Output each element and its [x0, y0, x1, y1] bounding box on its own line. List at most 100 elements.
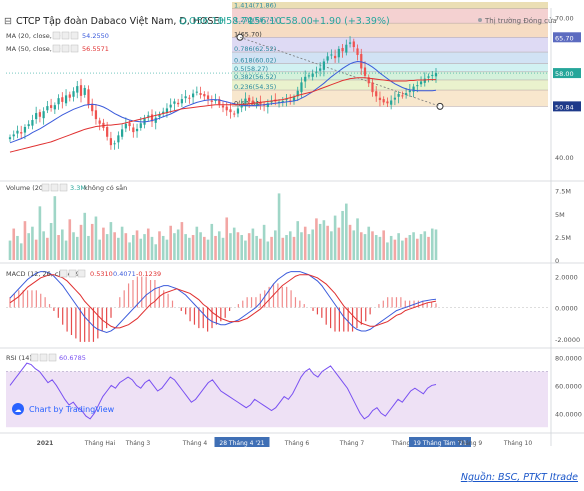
volume-bar: [363, 234, 367, 260]
candle-body: [42, 111, 45, 119]
candle-body: [87, 89, 90, 105]
macd-legend-value-2: 0.4071: [113, 270, 136, 278]
volume-bar: [386, 242, 389, 260]
candle-body: [326, 56, 329, 61]
source-note[interactable]: Nguồn: BSC, PTKT Itrade: [461, 472, 578, 483]
macd-legend-buttons[interactable]: [59, 269, 86, 278]
volume-bar: [128, 242, 131, 260]
volume-bar: [210, 223, 214, 260]
volume-bar: [270, 236, 273, 260]
volume-bar: [259, 238, 262, 260]
volume-legend-buttons[interactable]: [41, 183, 68, 192]
candle-body: [330, 54, 333, 56]
volume-bar: [53, 196, 57, 260]
price-axis-label: 58.00: [555, 70, 574, 78]
candle-body: [382, 99, 385, 103]
volume-bar: [330, 231, 333, 260]
candle-body: [20, 132, 23, 134]
fib-band: [232, 2, 548, 9]
candle-body: [427, 76, 430, 78]
rsi-legend-label[interactable]: RSI (14): [6, 354, 32, 362]
volume-bar: [341, 210, 344, 260]
volume-bar: [232, 227, 236, 260]
collapse-icon[interactable]: ⊟: [4, 16, 12, 27]
volume-bar: [68, 219, 72, 260]
fib-band: [232, 52, 548, 64]
volume-legend-extra: không có sẵn: [84, 183, 127, 192]
volume-bar: [124, 233, 128, 260]
volume-bar: [214, 235, 217, 260]
candle-body: [431, 74, 434, 76]
candle-body: [23, 127, 27, 133]
volume-bar: [244, 240, 247, 260]
candle-body: [386, 101, 389, 104]
volume-bar: [318, 223, 322, 260]
volume-bar: [367, 226, 371, 260]
volume-bar: [311, 229, 314, 260]
rsi-axis-label: 40.0000: [555, 410, 582, 418]
volume-bar: [416, 238, 419, 260]
volume-bar: [322, 220, 326, 260]
candle-body: [225, 106, 228, 111]
volume-bar: [64, 240, 68, 260]
candle-body: [319, 68, 322, 71]
volume-bar: [102, 227, 105, 260]
volume-bar: [408, 235, 412, 260]
candle-body: [57, 98, 60, 105]
volume-bar: [154, 244, 158, 260]
volume-bar: [203, 236, 206, 260]
volume-bar: [333, 215, 337, 260]
volume-bar: [434, 229, 438, 260]
volume-bar: [143, 234, 146, 260]
ma20-legend-label[interactable]: MA (20, close, 0): [6, 32, 61, 40]
volume-bar: [161, 235, 165, 260]
candle-body: [408, 90, 411, 93]
ohlc-low: L56.10: [249, 16, 282, 27]
ohlc-change: +1.90 (+3.39%): [312, 16, 390, 27]
candle-body: [8, 137, 12, 140]
volume-bar: [176, 229, 180, 260]
volume-bar: [72, 232, 75, 260]
candle-body: [307, 75, 311, 77]
ma50-legend-buttons[interactable]: [52, 44, 79, 53]
price-axis-label: 50.84: [555, 103, 574, 111]
rsi-legend-buttons[interactable]: [30, 353, 57, 362]
volume-bar: [296, 221, 300, 260]
volume-bar: [292, 236, 296, 260]
ma50-legend-label[interactable]: MA (50, close, 0): [6, 45, 61, 53]
volume-bar: [105, 234, 109, 260]
candle-body: [378, 97, 382, 101]
volume-bar: [393, 239, 397, 260]
macd-legend-value-3: -0.1239: [136, 270, 161, 278]
volume-bar: [109, 222, 113, 260]
volume-bar: [359, 232, 363, 260]
volume-bar: [285, 235, 288, 260]
volume-legend-label[interactable]: Volume (20): [6, 184, 46, 192]
volume-bar: [79, 224, 83, 260]
candle-body: [139, 123, 142, 128]
rsi-band: [6, 371, 548, 428]
candle-body: [434, 73, 438, 77]
time-axis-label: 2021: [37, 440, 54, 447]
candle-body: [393, 97, 397, 100]
volume-bar: [240, 235, 243, 260]
volume-bar: [427, 236, 430, 260]
volume-bar: [229, 233, 232, 260]
volume-bar: [135, 230, 139, 260]
candle-body: [348, 42, 352, 44]
volume-bar: [180, 222, 184, 260]
candle-body: [27, 124, 30, 127]
volume-bar: [46, 237, 49, 260]
rsi-axis-label: 60.0000: [555, 382, 582, 390]
volume-bar: [8, 240, 12, 260]
ma50-legend-value: 56.5571: [82, 45, 109, 53]
macd-line: [9, 271, 437, 334]
macd-axis-label: 0.0000: [555, 305, 578, 313]
candle-body: [248, 97, 251, 102]
candle-body: [135, 128, 139, 132]
volume-bar: [31, 226, 34, 260]
candle-body: [16, 130, 19, 134]
price-axis-label: 65.70: [555, 34, 574, 42]
ma20-legend-buttons[interactable]: [52, 31, 79, 40]
candle-body: [79, 85, 83, 96]
